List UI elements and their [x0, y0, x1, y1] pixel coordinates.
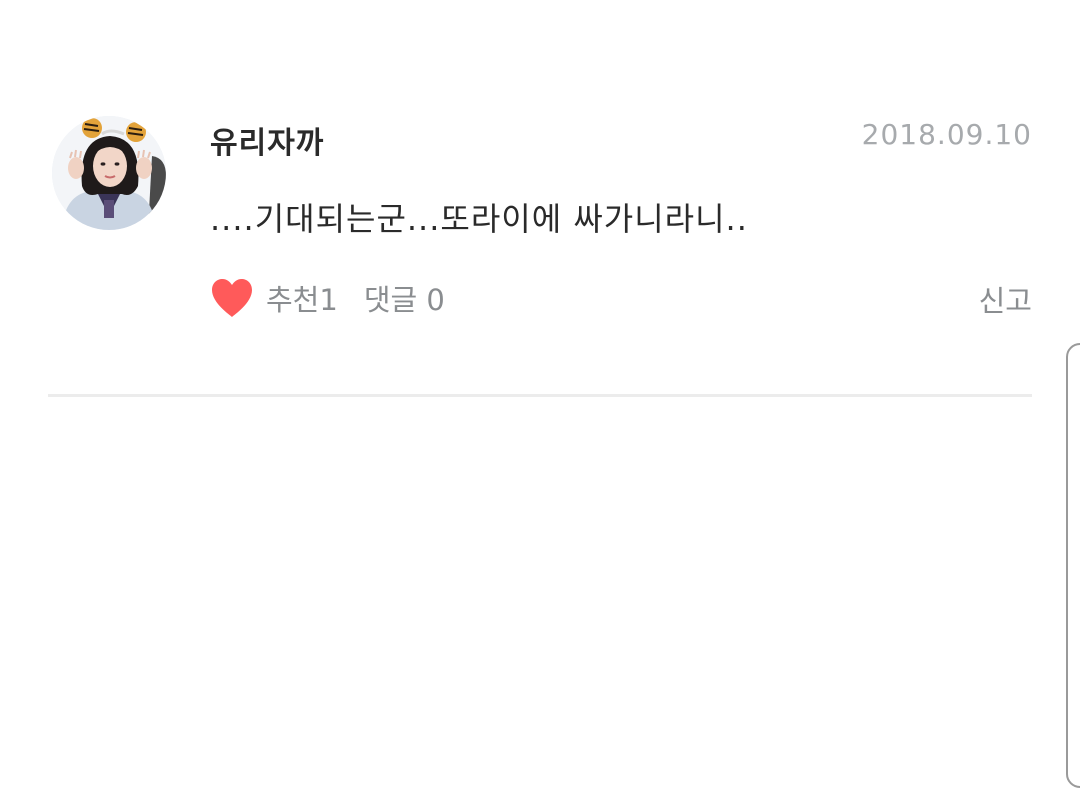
like-count: 추천1	[266, 283, 338, 317]
avatar[interactable]	[52, 116, 166, 230]
reply-button[interactable]: 댓글 0	[364, 277, 445, 319]
scroll-handle[interactable]	[1066, 343, 1080, 788]
comment-text: ....기대되는군...또라이에 싸가니라니..	[210, 200, 748, 238]
avatar-image	[52, 116, 166, 230]
username[interactable]: 유리자까	[210, 118, 324, 162]
heart-icon	[210, 277, 254, 319]
comment-item: 유리자까 2018.09.10 ....기대되는군...또라이에 싸가니라니..…	[48, 100, 1032, 396]
comment-page: 유리자까 2018.09.10 ....기대되는군...또라이에 싸가니라니..…	[0, 0, 1080, 810]
divider	[48, 394, 1032, 397]
like-button[interactable]: 추천1	[210, 277, 338, 319]
comment-date: 2018.09.10	[861, 118, 1032, 151]
comment-actions: 추천1 댓글 0	[210, 276, 445, 320]
report-button[interactable]: 신고	[979, 278, 1032, 320]
